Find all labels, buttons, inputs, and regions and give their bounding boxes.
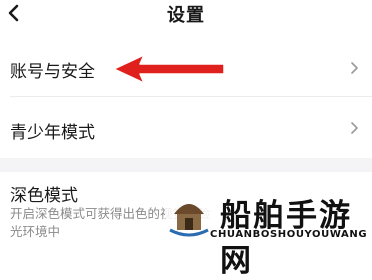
page-title: 设置: [167, 5, 205, 26]
red-arrow-annotation: [113, 54, 225, 84]
settings-item-description: 开启深色模式可获得出色的视觉体验: [10, 206, 211, 221]
settings-item-label: 深色模式: [10, 186, 78, 206]
settings-item-dark-mode[interactable]: 深色模式 开启深色模式可获得出色的视觉体验 光环境中: [0, 172, 372, 246]
settings-item-youth-mode[interactable]: 青少年模式: [0, 97, 372, 155]
top-bar: 设置: [0, 0, 372, 28]
settings-item-description: 光环境中: [10, 224, 61, 239]
chevron-right-icon: [351, 122, 358, 134]
settings-item-label: 账号与安全: [10, 62, 95, 82]
chevron-right-icon: [351, 62, 358, 74]
settings-item-label: 青少年模式: [10, 123, 95, 143]
section-gap: [0, 158, 372, 172]
